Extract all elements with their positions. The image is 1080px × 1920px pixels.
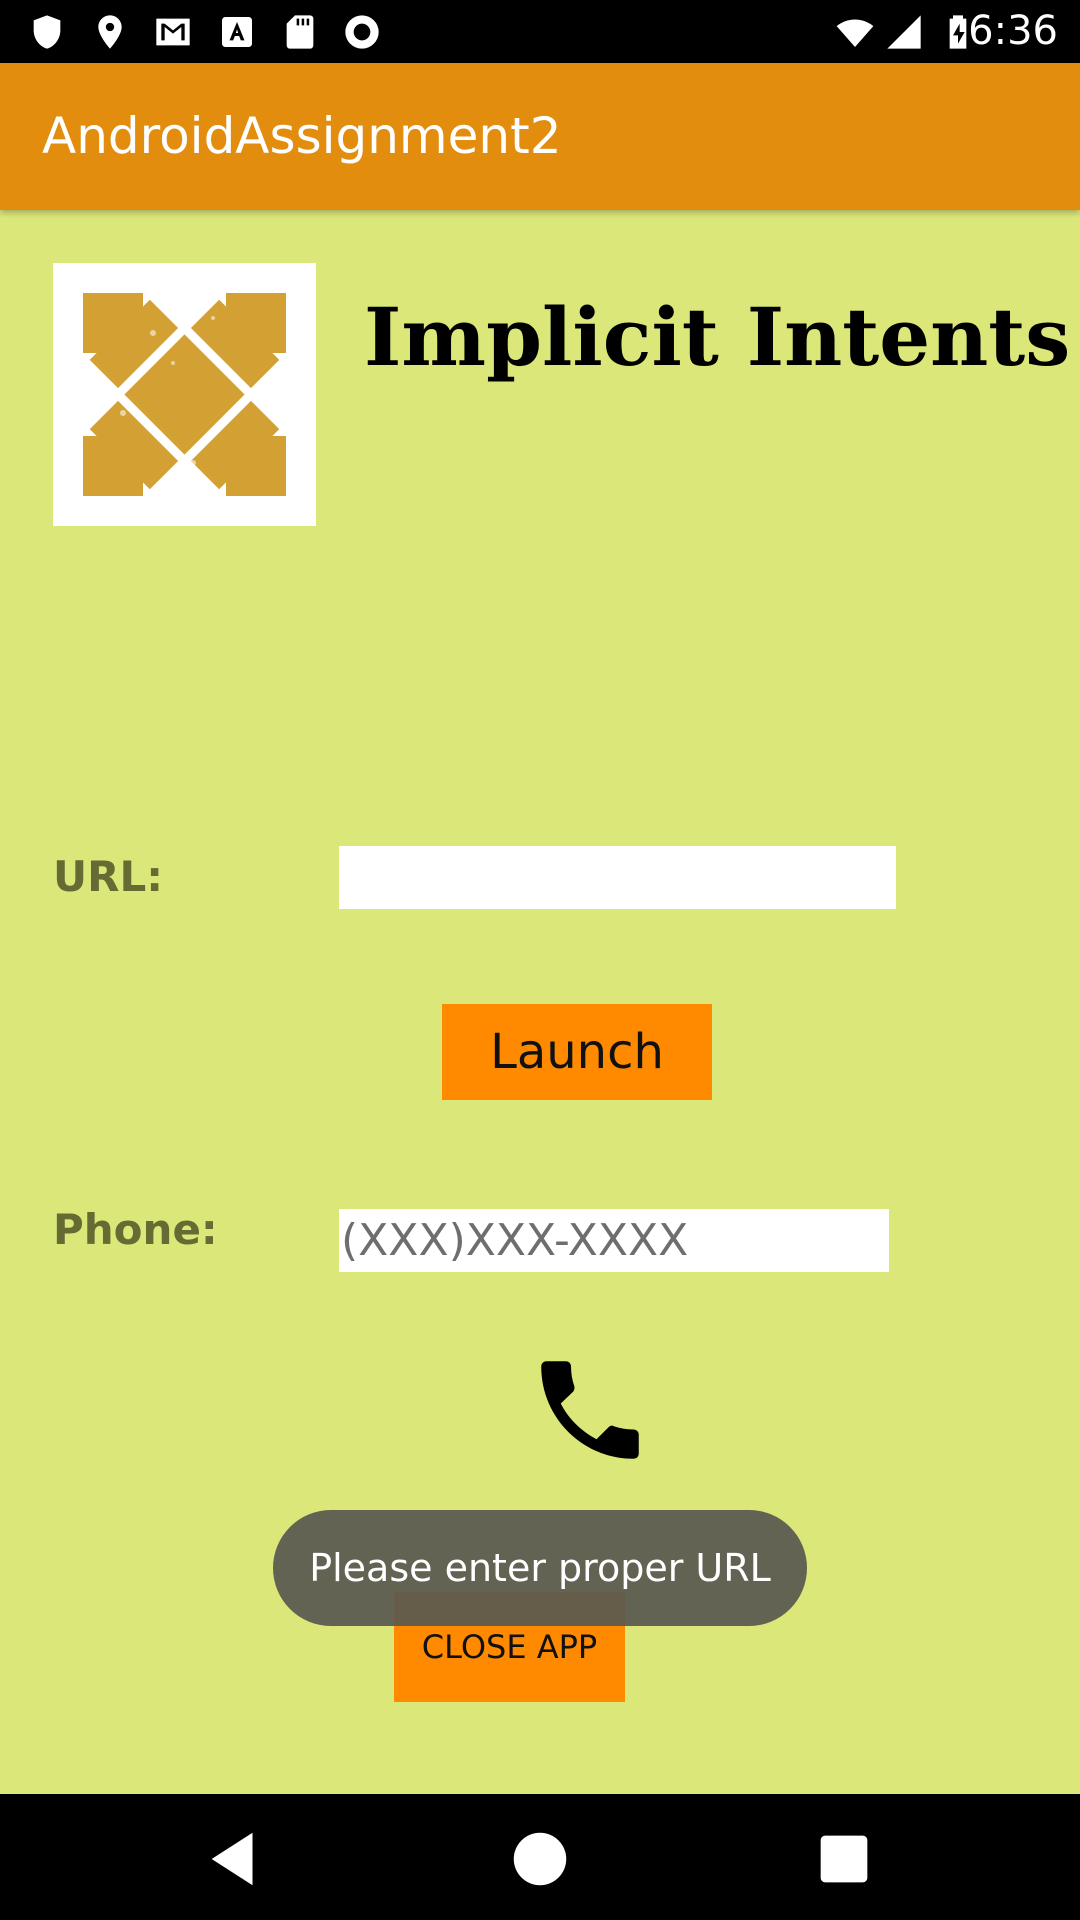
shield-icon <box>33 15 61 49</box>
phone-label: Phone: <box>53 1205 218 1254</box>
clock: 6:36 <box>968 8 1058 54</box>
url-input[interactable] <box>339 846 896 909</box>
app-title: AndroidAssignment2 <box>42 107 562 165</box>
location-pin-icon <box>98 15 122 49</box>
back-icon[interactable] <box>200 1824 270 1894</box>
gmail-icon <box>156 18 190 46</box>
app-bar: AndroidAssignment2 <box>0 63 1080 210</box>
sd-card-icon <box>286 15 314 49</box>
record-icon <box>345 15 379 49</box>
page-heading: Implicit Intents <box>364 290 1071 384</box>
recents-icon[interactable] <box>809 1824 879 1894</box>
wifi-icon <box>836 19 874 47</box>
phone-icon[interactable] <box>525 1345 655 1475</box>
launch-button[interactable]: Launch <box>442 1004 712 1100</box>
signal-icon <box>887 15 921 49</box>
font-a-icon <box>222 17 252 47</box>
status-bar: 6:36 <box>0 0 1080 63</box>
toast-message: Please enter proper URL <box>273 1510 807 1626</box>
home-icon[interactable] <box>505 1824 575 1894</box>
navigation-bar <box>0 1794 1080 1920</box>
logo-graphic <box>83 293 286 496</box>
url-label: URL: <box>53 852 164 901</box>
phone-input[interactable] <box>339 1209 889 1272</box>
logo-image <box>53 263 316 526</box>
